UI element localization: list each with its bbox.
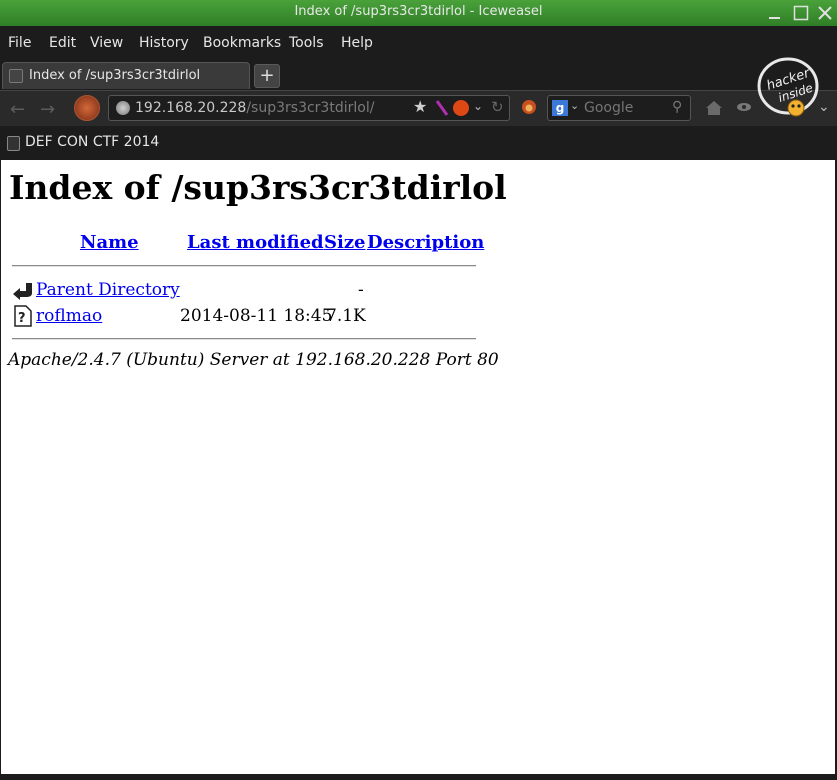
tab-label: Index of /sup3rs3cr3tdirlol bbox=[29, 68, 201, 83]
star-icon[interactable]: ★ bbox=[413, 97, 427, 116]
forward-arrow-icon[interactable]: → bbox=[40, 99, 55, 120]
back-folder-icon bbox=[13, 283, 32, 300]
reload-icon[interactable]: ↻ bbox=[491, 98, 504, 116]
bookmarks-toolbar: DEF CON CTF 2014 bbox=[0, 126, 837, 160]
search-bar[interactable]: g ⌄ ⚲ bbox=[547, 95, 691, 121]
fox-icon[interactable] bbox=[520, 97, 538, 115]
column-last-modified-link[interactable]: Last modified bbox=[187, 232, 324, 253]
column-description-link[interactable]: Description bbox=[367, 232, 484, 253]
hacker-inside-logo-icon: hacker inside bbox=[757, 57, 819, 117]
server-signature: Apache/2.4.7 (Ubuntu) Server at 192.168.… bbox=[8, 350, 499, 370]
search-icon[interactable]: ⚲ bbox=[672, 99, 682, 115]
window-titlebar: Index of /sup3rs3cr3tdirlol - Iceweasel bbox=[0, 0, 837, 26]
menu-bookmarks[interactable]: Bookmarks bbox=[203, 35, 281, 51]
back-arrow-icon[interactable]: ← bbox=[10, 99, 25, 120]
home-icon[interactable] bbox=[704, 98, 724, 118]
tab-strip: Index of /sup3rs3cr3tdirlol + bbox=[0, 60, 837, 90]
unknown-file-icon: ? bbox=[14, 305, 32, 327]
menu-edit[interactable]: Edit bbox=[49, 35, 76, 51]
divider bbox=[12, 265, 476, 267]
globe-icon[interactable] bbox=[116, 101, 130, 115]
eye-icon[interactable] bbox=[736, 100, 752, 114]
search-input[interactable] bbox=[584, 99, 668, 117]
menu-view[interactable]: View bbox=[90, 35, 123, 51]
window-bottom-border bbox=[0, 774, 837, 780]
close-icon[interactable] bbox=[816, 4, 834, 22]
chevron-down-icon[interactable]: ⌄ bbox=[473, 99, 483, 113]
parent-directory-link[interactable]: Parent Directory bbox=[36, 280, 180, 300]
svg-text:?: ? bbox=[18, 311, 26, 326]
column-size-link[interactable]: Size bbox=[324, 232, 366, 253]
addon-lion-icon[interactable] bbox=[74, 95, 100, 121]
ubuntu-icon[interactable] bbox=[453, 100, 469, 116]
menu-bar: File Edit View History Bookmarks Tools H… bbox=[0, 26, 837, 60]
menu-help[interactable]: Help bbox=[341, 35, 373, 51]
chevron-down-icon[interactable]: ⌄ bbox=[570, 99, 579, 112]
url-text[interactable]: 192.168.20.228/sup3rs3cr3tdirlol/ bbox=[135, 100, 374, 116]
url-host: 192.168.20.228 bbox=[135, 100, 247, 116]
menu-tools[interactable]: Tools bbox=[289, 35, 324, 51]
url-path: /sup3rs3cr3tdirlol/ bbox=[246, 100, 375, 116]
new-tab-button[interactable]: + bbox=[254, 64, 280, 88]
page-content: Index of /sup3rs3cr3tdirlol Name Last mo… bbox=[1, 160, 835, 774]
google-g-icon[interactable]: g bbox=[552, 100, 568, 116]
page-title: Index of /sup3rs3cr3tdirlol bbox=[9, 168, 507, 207]
menu-history[interactable]: History bbox=[139, 35, 189, 51]
minimize-icon[interactable] bbox=[766, 4, 784, 22]
row-size: 7.1K bbox=[326, 306, 366, 326]
file-link-roflmao[interactable]: roflmao bbox=[36, 306, 102, 326]
maximize-icon[interactable] bbox=[792, 4, 810, 22]
bookmark-item[interactable]: DEF CON CTF 2014 bbox=[25, 134, 159, 150]
bookmark-page-icon bbox=[7, 136, 20, 151]
pen-icon[interactable] bbox=[435, 99, 449, 117]
menu-file[interactable]: File bbox=[8, 35, 31, 51]
row-size: - bbox=[358, 280, 364, 300]
navigation-bar: ← → 192.168.20.228/sup3rs3cr3tdirlol/ ★ … bbox=[0, 90, 837, 126]
url-bar[interactable]: 192.168.20.228/sup3rs3cr3tdirlol/ ★ ⌄ ↻ bbox=[108, 95, 510, 121]
tab-current[interactable]: Index of /sup3rs3cr3tdirlol bbox=[2, 62, 250, 89]
row-modified: 2014-08-11 18:45 bbox=[180, 306, 333, 326]
divider bbox=[12, 338, 476, 340]
page-favicon-icon bbox=[9, 69, 23, 83]
column-name-link[interactable]: Name bbox=[80, 232, 139, 253]
window-title: Index of /sup3rs3cr3tdirlol - Iceweasel bbox=[294, 4, 543, 19]
